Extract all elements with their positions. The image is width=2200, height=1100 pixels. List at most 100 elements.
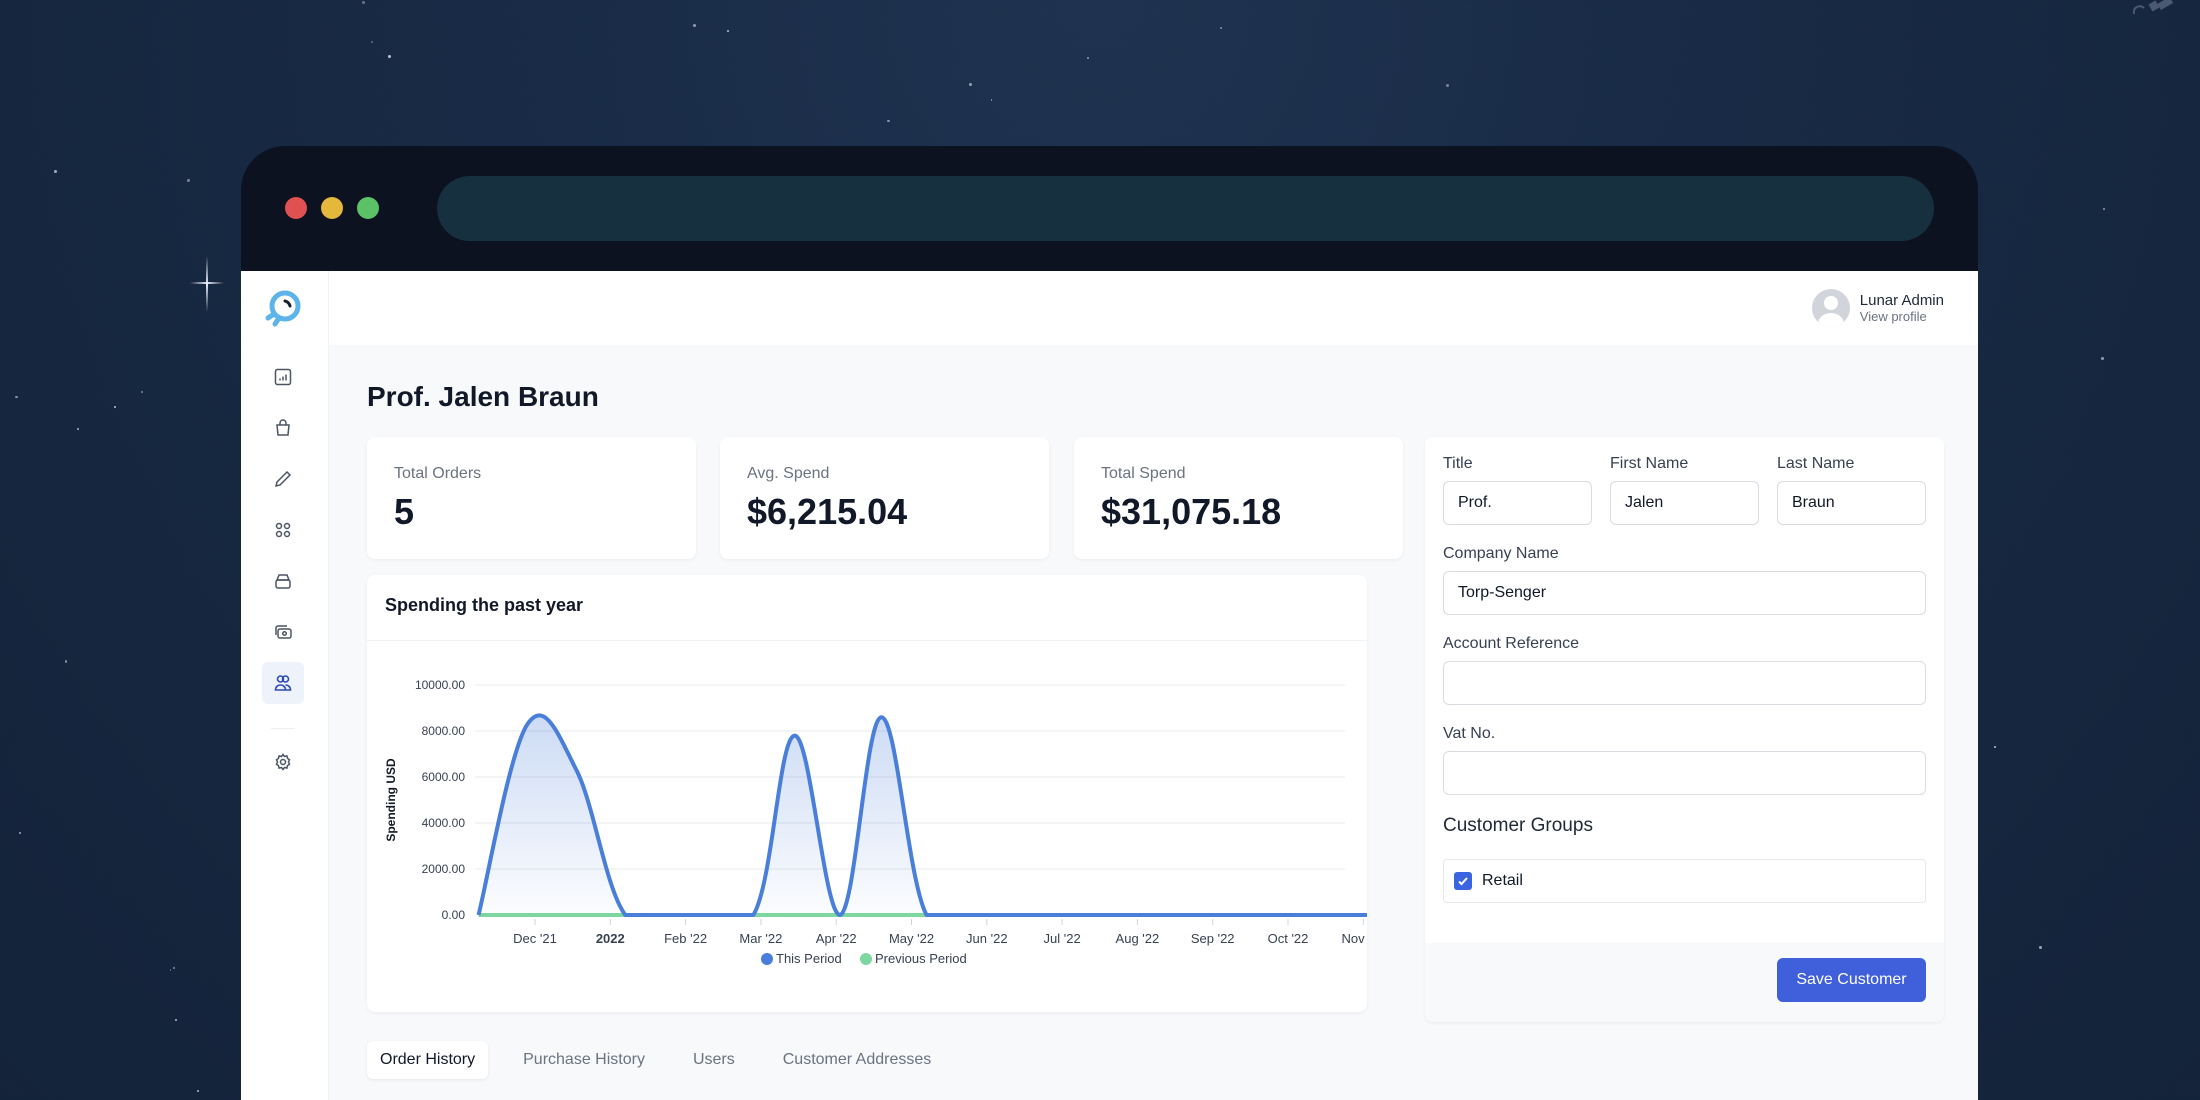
star	[1219, 26, 1223, 29]
x-tick-label: Jul '22	[1044, 931, 1081, 946]
maximize-window-button[interactable]	[357, 197, 379, 219]
tab-purchase-history[interactable]: Purchase History	[510, 1041, 658, 1079]
close-window-button[interactable]	[285, 197, 307, 219]
star	[990, 99, 993, 101]
y-axis-label: Spending USD	[384, 758, 398, 842]
sidebar	[241, 271, 329, 1100]
stat-label: Total Spend	[1101, 465, 1186, 482]
account-reference-label: Account Reference	[1443, 635, 1580, 652]
sidebar-item-customers[interactable]	[262, 662, 304, 704]
stat-label: Avg. Spend	[747, 465, 830, 482]
legend-label: This Period	[776, 951, 842, 966]
stat-card-avg-spend: Avg. Spend $6,215.04	[720, 437, 1049, 559]
star	[1446, 84, 1449, 87]
customer-form-body: Title First Name Last Name Company Name …	[1425, 437, 1944, 943]
first-name-label: First Name	[1610, 455, 1689, 472]
view-profile-link[interactable]: View profile	[1860, 309, 1944, 324]
y-tick-label: 0.00	[442, 908, 466, 922]
tab-customer-addresses[interactable]: Customer Addresses	[770, 1041, 945, 1079]
app-content: Lunar Admin View profile Prof. Jalen Bra…	[241, 271, 1978, 1100]
chart-bar-icon	[274, 368, 292, 386]
star	[15, 395, 19, 399]
sidebar-item-collections[interactable]	[262, 509, 304, 551]
sparkle-icon	[190, 256, 224, 312]
minimize-window-button[interactable]	[321, 197, 343, 219]
first-name-input[interactable]	[1610, 481, 1759, 525]
stat-label: Total Orders	[394, 465, 482, 482]
user-profile[interactable]: Lunar Admin View profile	[1811, 289, 1944, 327]
star	[77, 427, 80, 430]
star	[141, 391, 143, 394]
stat-value: 5	[394, 491, 415, 532]
star	[2101, 357, 2104, 360]
customer-form: Title First Name Last Name Company Name …	[1425, 437, 1944, 1022]
stat-card-total-orders: Total Orders 5	[367, 437, 696, 559]
pencil-icon	[274, 470, 292, 488]
stat-value: $31,075.18	[1101, 491, 1282, 532]
stat-card-total-spend: Total Spend $31,075.18	[1074, 437, 1403, 559]
y-tick-label: 6000.00	[422, 770, 466, 784]
x-tick-label: Oct '22	[1268, 931, 1309, 946]
star	[1086, 57, 1089, 60]
account-reference-input[interactable]	[1443, 661, 1926, 705]
vat-no-input[interactable]	[1443, 751, 1926, 795]
satellite-icon	[2132, 0, 2174, 15]
tab-order-history[interactable]: Order History	[367, 1041, 489, 1079]
x-tick-label: Sep '22	[1191, 931, 1235, 946]
browser-window: Lunar Admin View profile Prof. Jalen Bra…	[241, 146, 1978, 1100]
title-label: Title	[1443, 455, 1473, 472]
star	[2102, 208, 2105, 211]
retail-checkbox[interactable]	[1454, 872, 1472, 890]
sidebar-item-catalog[interactable]	[262, 458, 304, 500]
legend-marker	[761, 953, 773, 965]
star	[172, 966, 176, 970]
users-icon	[274, 675, 292, 691]
last-name-input[interactable]	[1777, 481, 1926, 525]
chart-title: Spending the past year	[367, 575, 1367, 641]
user-name: Lunar Admin	[1859, 292, 1944, 309]
x-tick-label: May '22	[889, 931, 934, 946]
title-input[interactable]	[1443, 481, 1592, 525]
sidebar-item-orders[interactable]	[262, 407, 304, 449]
legend-label: Previous Period	[875, 951, 967, 966]
star	[113, 405, 117, 409]
address-bar[interactable]	[437, 176, 1934, 241]
shopping-bag-icon	[276, 419, 290, 436]
star	[887, 119, 890, 123]
spending-chart: 0.00 2000.00 4000.00 6000.00 8000.00 10000.00…	[384, 678, 1367, 966]
star	[53, 169, 57, 173]
star	[387, 55, 391, 59]
save-customer-button[interactable]: Save Customer	[1777, 958, 1926, 1002]
sidebar-item-settings[interactable]	[262, 741, 304, 783]
star	[968, 82, 972, 87]
x-tick-label: 2022	[596, 931, 625, 946]
browser-titlebar	[241, 146, 1978, 271]
y-tick-label: 10000.00	[415, 678, 465, 692]
customer-tabs: Order History Purchase History Users Cus…	[367, 1041, 944, 1079]
group-label: Retail	[1482, 872, 1523, 889]
spending-chart-card: Spending the past year 0.00 2000.00 4000.0…	[367, 575, 1367, 1012]
star	[64, 660, 68, 663]
last-name-label: Last Name	[1777, 455, 1855, 472]
this-period-line	[476, 713, 1367, 917]
company-name-input[interactable]	[1443, 571, 1926, 615]
sidebar-item-dashboard[interactable]	[262, 356, 304, 398]
avatar[interactable]	[1811, 289, 1850, 327]
stat-value: $6,215.04	[747, 491, 908, 532]
legend-marker	[860, 953, 872, 965]
sidebar-item-products[interactable]	[262, 560, 304, 602]
sidebar-item-discounts[interactable]	[262, 611, 304, 653]
company-name-label: Company Name	[1443, 545, 1559, 562]
x-tick-label: Nov '22	[1341, 931, 1367, 946]
y-tick-label: 8000.00	[422, 724, 466, 738]
lunar-logo-icon[interactable]	[261, 287, 305, 331]
customer-group-retail[interactable]: Retail	[1443, 859, 1926, 903]
checkmark-icon	[1458, 877, 1468, 886]
x-tick-label: Aug '22	[1116, 931, 1160, 946]
star	[175, 1018, 178, 1021]
x-tick-label: Feb '22	[664, 931, 707, 946]
customer-groups-heading: Customer Groups	[1443, 815, 1593, 836]
tab-users[interactable]: Users	[680, 1041, 748, 1079]
x-tick-label: Apr '22	[816, 931, 857, 946]
star	[187, 179, 190, 182]
